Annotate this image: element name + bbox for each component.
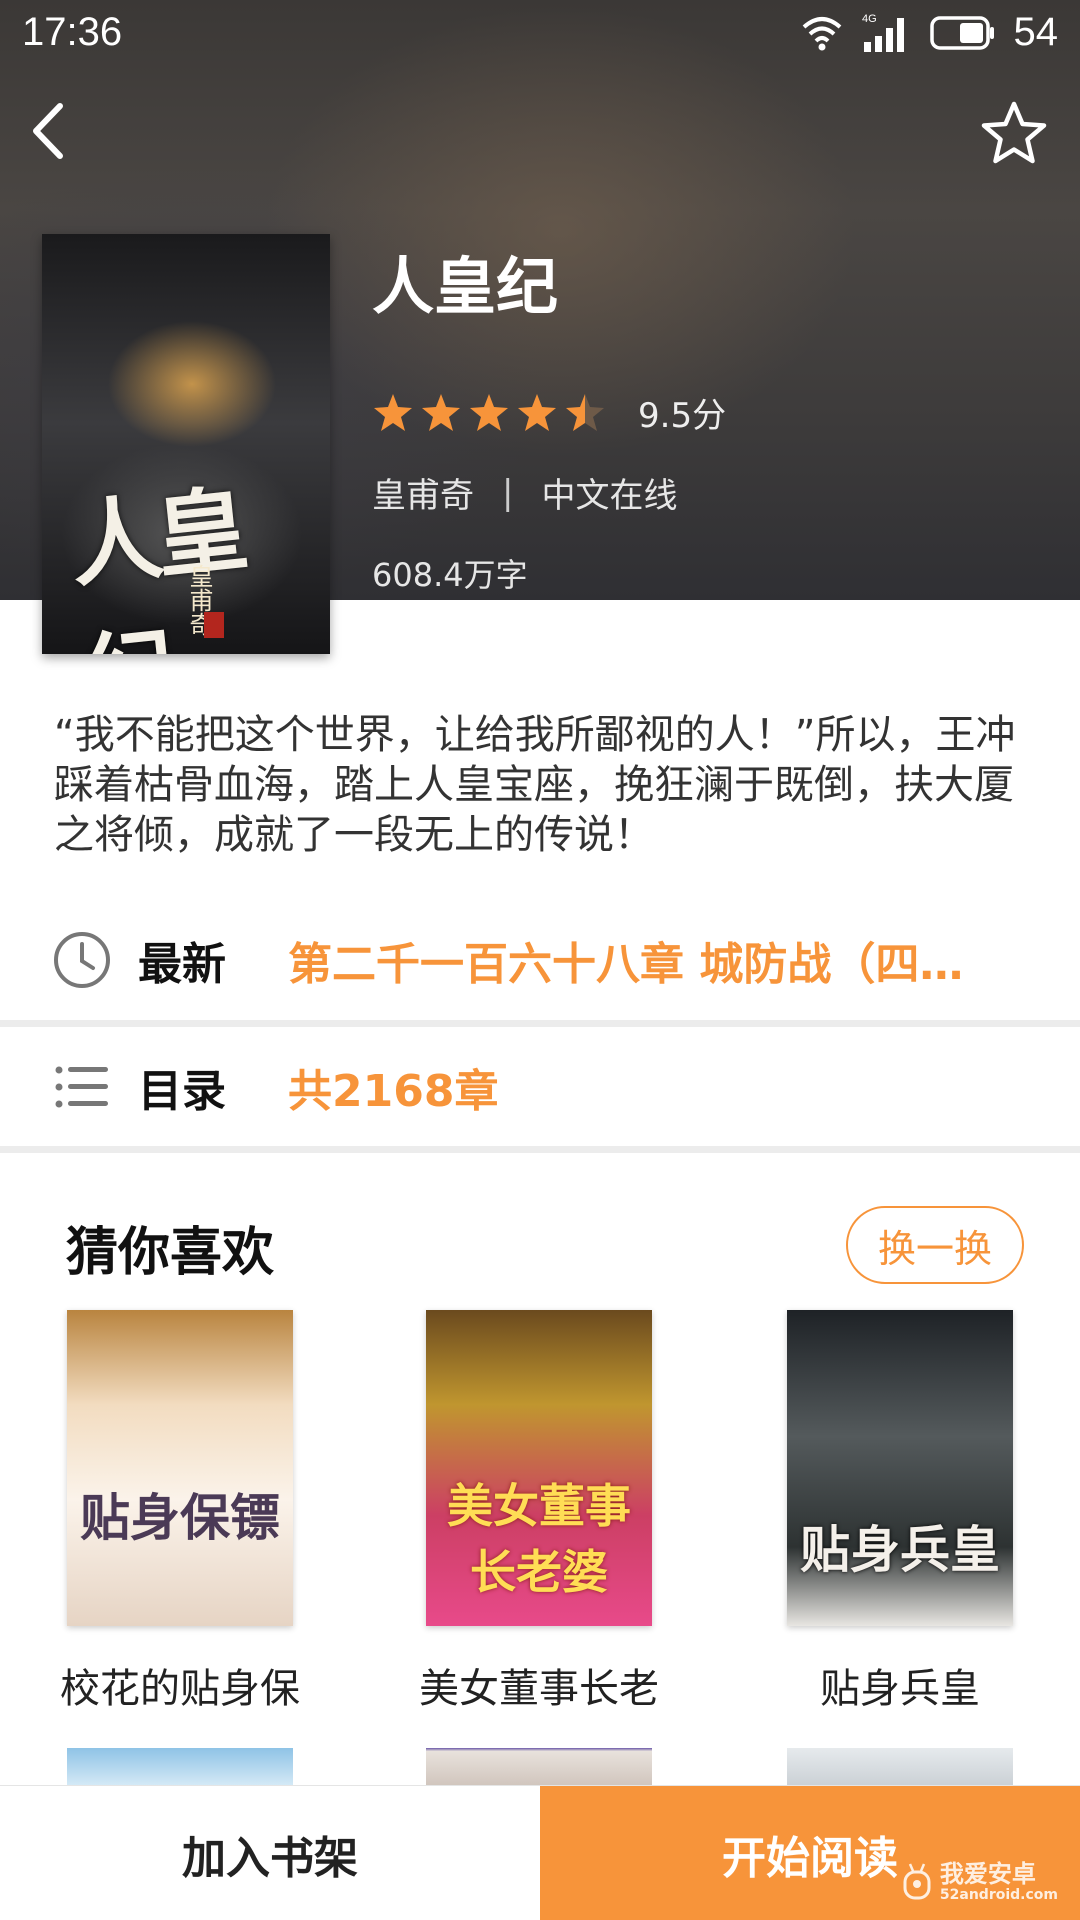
divider <box>0 1020 1080 1027</box>
recommended-book[interactable]: 美女董事长老婆 美女董事长老 <box>389 1310 689 1714</box>
recommended-book-cover[interactable]: 贴身兵皇 <box>787 1310 1013 1626</box>
recommended-book-cover[interactable]: 美女董事长老婆 <box>426 1310 652 1626</box>
star-half-icon <box>566 393 604 431</box>
android-logo-icon <box>903 1863 931 1900</box>
start-reading-label: 开始阅读 <box>722 1832 898 1884</box>
refresh-recommendations-button[interactable]: 换一换 <box>846 1206 1024 1284</box>
latest-label: 最新 <box>138 939 226 990</box>
bottom-action-bar: 加入书架 开始阅读 我爱安卓 52android.com <box>0 1785 1080 1920</box>
star-filled-icon <box>518 393 556 431</box>
toc-row[interactable]: 目录 共2168章 <box>0 1027 1080 1147</box>
start-reading-button[interactable]: 开始阅读 我爱安卓 52android.com <box>540 1786 1080 1920</box>
toc-label: 目录 <box>138 1066 226 1117</box>
wifi-icon <box>802 16 841 50</box>
toc-chapter-count: 共2168章 <box>288 1066 499 1117</box>
status-icons: 4G 54 <box>800 10 1059 55</box>
watermark-text: 我爱安卓 <box>939 1860 1036 1888</box>
back-button[interactable] <box>20 96 90 166</box>
clock-icon <box>54 932 110 988</box>
rating: 9.5分 <box>372 388 726 437</box>
meta-separator: | <box>502 472 514 513</box>
book-author[interactable]: 皇甫奇 <box>372 468 474 517</box>
book-meta: 皇甫奇 | 中文在线 <box>372 468 677 517</box>
cover-seal <box>204 612 224 638</box>
battery-icon <box>929 15 994 50</box>
battery-level: 54 <box>1013 10 1059 54</box>
recommended-book[interactable]: 贴身保镖 校花的贴身保 <box>30 1310 330 1714</box>
star-filled-icon <box>470 393 508 431</box>
cover-title-art: 贴身兵皇 <box>800 1520 1000 1579</box>
star-filled-icon <box>422 393 460 431</box>
latest-chapter-title[interactable]: 第二千一百六十八章 城防战（四… <box>288 928 1018 992</box>
favorite-button[interactable] <box>976 96 1052 172</box>
star-filled-icon <box>374 393 412 431</box>
recommendations-title: 猜你喜欢 <box>66 1223 275 1283</box>
recommended-book-cover[interactable] <box>787 1748 1013 1788</box>
signal-icon: 4G <box>862 13 904 52</box>
book-title: 人皇纪 <box>372 250 559 323</box>
latest-chapter-row[interactable]: 最新 第二千一百六十八章 城防战（四… <box>0 900 1080 1020</box>
book-description[interactable]: “我不能把这个世界，让给我所鄙视的人！”所以，王冲踩着枯骨血海，踏上人皇宝座，挽… <box>54 710 1034 860</box>
book-cover: 人皇纪 皇甫奇 <box>42 234 330 654</box>
book-source: 中文在线 <box>541 476 678 516</box>
star-outline-icon <box>981 101 1047 164</box>
chevron-left-icon <box>33 103 63 159</box>
recommended-book-cover[interactable] <box>67 1748 293 1788</box>
recommended-book-title[interactable]: 贴身兵皇 <box>750 1656 1050 1714</box>
watermark-url: 52android.com <box>939 1887 1058 1903</box>
list-icon <box>55 1066 108 1108</box>
add-to-shelf-button[interactable]: 加入书架 <box>0 1786 540 1920</box>
rating-stars <box>372 392 606 434</box>
cover-title-art: 美女董事长老婆 <box>447 1479 631 1599</box>
status-bar: 17:36 4G 54 <box>0 0 1080 70</box>
network-label: 4G <box>862 13 877 25</box>
recommended-book-cover[interactable]: 贴身保镖 <box>67 1310 293 1626</box>
rating-score: 9.5分 <box>638 396 727 436</box>
divider <box>0 1146 1080 1153</box>
watermark: 我爱安卓 52android.com <box>902 1861 1058 1903</box>
recommended-book-title[interactable]: 美女董事长老 <box>389 1656 689 1714</box>
recommended-book[interactable]: 贴身兵皇 贴身兵皇 <box>750 1310 1050 1714</box>
word-count: 608.4万字 <box>372 556 528 594</box>
status-time: 17:36 <box>22 10 123 54</box>
recommended-book-title[interactable]: 校花的贴身保 <box>30 1656 330 1714</box>
cover-title-art: 贴身保镖 <box>80 1488 280 1547</box>
recommended-book-cover[interactable] <box>426 1748 652 1788</box>
